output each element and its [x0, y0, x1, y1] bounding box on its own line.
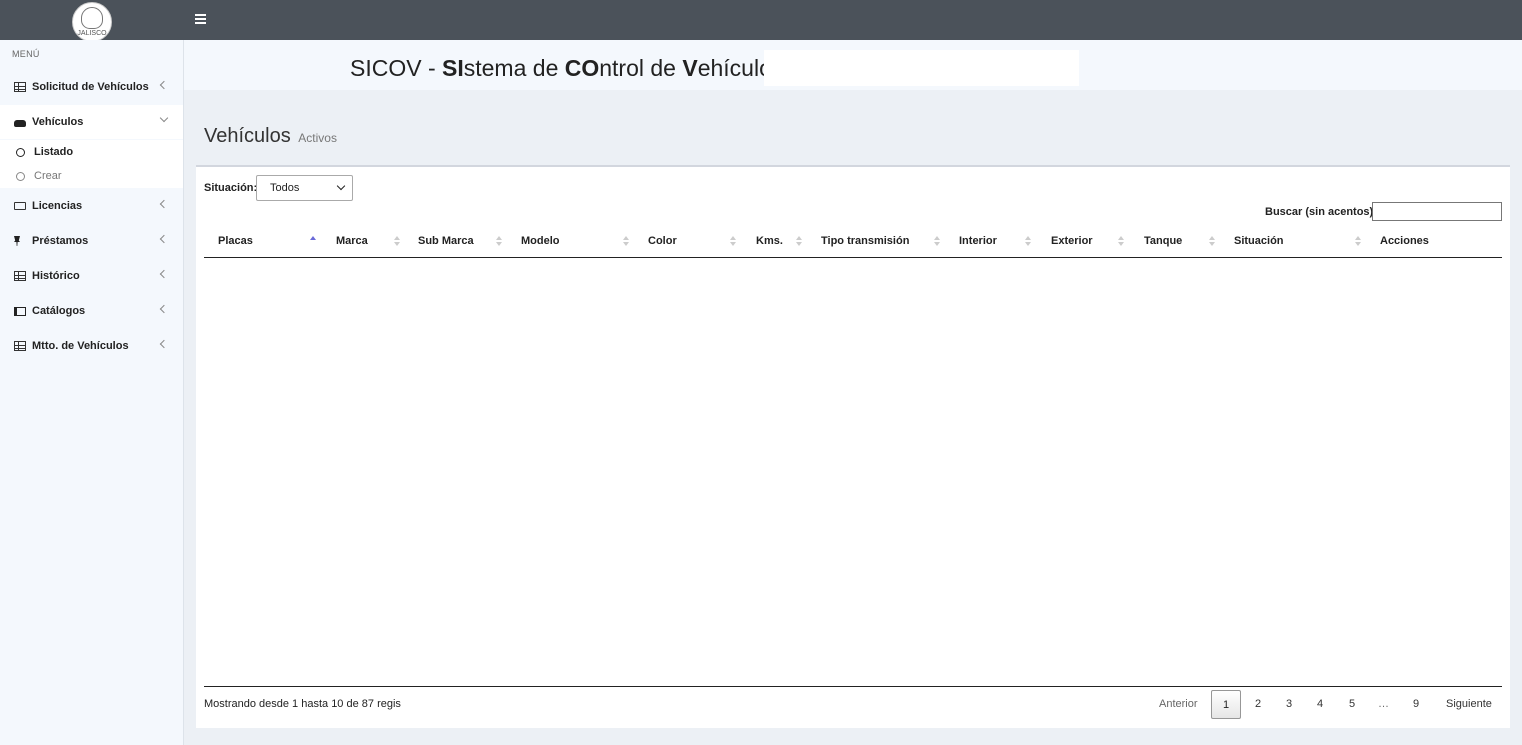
pagination-ellipsis: … — [1378, 698, 1389, 710]
pagination-page[interactable]: 9 — [1413, 698, 1419, 710]
sidebar-item-mtto-vehiculos[interactable]: Mtto. de Vehículos — [0, 329, 183, 363]
pagination-page-current[interactable]: 1 — [1211, 690, 1241, 719]
sidebar-item-licencias[interactable]: Licencias — [0, 189, 183, 223]
table-header-divider — [204, 257, 1502, 258]
sidebar-item-prestamos[interactable]: Préstamos — [0, 224, 183, 258]
column-header-tanque[interactable]: Tanque — [1144, 235, 1182, 247]
newspaper-icon — [14, 271, 26, 281]
sidebar-item-label: Vehículos — [32, 116, 84, 128]
circle-icon — [16, 147, 25, 157]
pagination-page[interactable]: 4 — [1317, 698, 1323, 710]
sidebar-item-label: Licencias — [32, 200, 83, 212]
header-blank-panel — [764, 50, 1079, 86]
keyboard-icon — [14, 202, 26, 210]
column-header-situacion[interactable]: Situación — [1234, 235, 1284, 247]
map-icon — [14, 306, 26, 316]
sidebar-item-label: Catálogos — [32, 305, 86, 317]
sidebar-item-vehiculos[interactable]: Vehículos — [0, 105, 183, 139]
chevron-left-icon — [159, 234, 169, 244]
situacion-select-value: Todos — [270, 182, 300, 194]
column-header-interior[interactable]: Interior — [959, 235, 997, 247]
coat-of-arms-icon — [81, 7, 103, 29]
sort-ascending-icon[interactable] — [310, 236, 316, 247]
column-header-sub-marca[interactable]: Sub Marca — [418, 235, 474, 247]
submenu-item-crear[interactable]: Crear — [0, 164, 183, 188]
sort-icon[interactable] — [623, 236, 629, 247]
column-header-modelo[interactable]: Modelo — [521, 235, 560, 247]
pagination-page[interactable]: 2 — [1255, 698, 1261, 710]
sort-icon[interactable] — [730, 236, 736, 247]
top-navbar — [0, 0, 1522, 40]
table-icon — [14, 82, 26, 92]
table-info: Mostrando desde 1 hasta 10 de 87 regis — [204, 698, 401, 710]
jalisco-logo[interactable]: JALISCO — [72, 2, 112, 42]
sort-icon[interactable] — [1355, 236, 1361, 247]
sidebar-item-solicitud-vehiculos[interactable]: Solicitud de Vehículos — [0, 70, 183, 104]
chevron-left-icon — [159, 199, 169, 209]
page-title: Vehículos Activos — [204, 125, 337, 147]
sort-icon[interactable] — [1118, 236, 1124, 247]
situacion-select[interactable]: Todos — [256, 175, 353, 201]
submenu-item-listado[interactable]: Listado — [0, 140, 183, 164]
sidebar-item-historico[interactable]: Histórico — [0, 259, 183, 293]
column-header-kms[interactable]: Kms. — [756, 235, 783, 247]
column-header-placas[interactable]: Placas — [218, 235, 253, 247]
search-input[interactable] — [1372, 202, 1502, 221]
pagination-page[interactable]: 5 — [1349, 698, 1355, 710]
column-header-color[interactable]: Color — [648, 235, 677, 247]
sidebar: MENÚ Solicitud de Vehículos Vehículos Li… — [0, 40, 184, 745]
submenu-item-label: Listado — [34, 146, 74, 158]
hamburger-menu-icon[interactable] — [195, 14, 206, 24]
column-header-tipo-transmision[interactable]: Tipo transmisión — [821, 235, 909, 247]
sort-icon[interactable] — [796, 236, 802, 247]
logo-text: JALISCO — [77, 30, 107, 37]
chevron-down-icon — [159, 113, 169, 123]
pagination-next[interactable]: Siguiente — [1446, 698, 1492, 710]
chevron-left-icon — [159, 80, 169, 90]
menu-header: MENÚ — [12, 49, 40, 59]
submenu-item-label: Crear — [34, 170, 62, 182]
pagination-previous[interactable]: Anterior — [1159, 698, 1198, 710]
sort-icon[interactable] — [394, 236, 400, 247]
chevron-left-icon — [159, 304, 169, 314]
chevron-left-icon — [159, 269, 169, 279]
column-header-exterior[interactable]: Exterior — [1051, 235, 1093, 247]
column-header-acciones: Acciones — [1380, 235, 1429, 247]
situacion-label: Situación: — [204, 182, 258, 194]
search-label: Buscar (sin acentos): — [1265, 206, 1377, 218]
sidebar-item-label: Préstamos — [32, 235, 89, 247]
app-title: SICOV - SIstema de COntrol de Vehículos — [350, 55, 784, 81]
page-subtitle: Activos — [298, 131, 337, 145]
sort-icon[interactable] — [496, 236, 502, 247]
sort-icon[interactable] — [1209, 236, 1215, 247]
chevron-down-icon — [336, 181, 346, 191]
sort-icon[interactable] — [934, 236, 940, 247]
vehicles-table-box — [196, 165, 1510, 728]
sidebar-item-label: Solicitud de Vehículos — [32, 81, 149, 93]
sidebar-item-catalogos[interactable]: Catálogos — [0, 294, 183, 328]
table-footer-divider — [204, 686, 1502, 687]
chevron-left-icon — [159, 339, 169, 349]
car-icon — [14, 119, 26, 127]
sidebar-item-label: Histórico — [32, 270, 80, 282]
pagination-page[interactable]: 3 — [1286, 698, 1292, 710]
table-icon — [14, 341, 26, 351]
column-header-marca[interactable]: Marca — [336, 235, 368, 247]
sidebar-item-label: Mtto. de Vehículos — [32, 340, 129, 352]
circle-icon — [16, 171, 25, 181]
sort-icon[interactable] — [1025, 236, 1031, 247]
pushpin-icon — [14, 236, 20, 246]
